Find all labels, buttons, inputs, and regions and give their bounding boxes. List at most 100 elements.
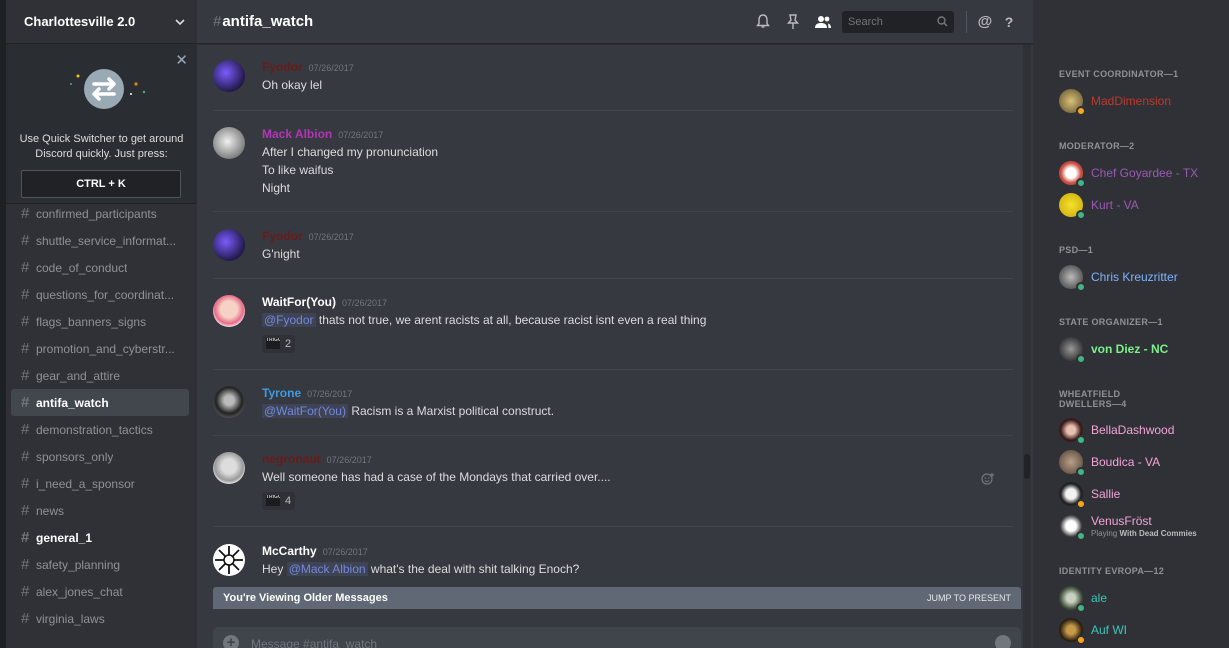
channel-item-alex-jones-chat[interactable]: # alex_jones_chat — [11, 578, 189, 605]
channel-item-virginia-laws[interactable]: # virginia_laws — [11, 605, 189, 632]
member-item[interactable]: VenusFröst Playing With Dead Commies — [1059, 513, 1197, 541]
member-item[interactable]: Chef Goyardee - TX — [1059, 160, 1198, 188]
message-text: Night — [262, 181, 291, 195]
message-content: negronaut 07/26/2017 Well someone has had… — [262, 452, 1013, 510]
author-name[interactable]: McCarthy — [262, 544, 317, 558]
reaction-button[interactable]: TRIGGERED 2 — [262, 334, 296, 353]
author-name[interactable]: WaitFor(You) — [262, 295, 336, 309]
hash-icon: # — [21, 286, 30, 303]
avatar — [1059, 161, 1086, 188]
author-name[interactable]: Fyodor — [262, 60, 303, 74]
avatar[interactable] — [213, 229, 245, 261]
channel-item-gear[interactable]: # gear_and_attire — [11, 362, 189, 389]
status-idle-icon — [1076, 106, 1086, 116]
channel-sidebar: Charlottesville 2.0 ✕ Use Quick Switcher… — [6, 0, 197, 648]
author-name[interactable]: Mack Albion — [262, 127, 332, 141]
mention-icon[interactable]: @ — [973, 10, 997, 34]
message-text: To like waifus — [262, 163, 334, 177]
avatar[interactable] — [213, 295, 245, 327]
quick-switcher-icon — [70, 69, 146, 109]
avatar[interactable] — [213, 544, 245, 576]
member-item[interactable]: Sallie — [1059, 481, 1121, 509]
role-header: STATE ORGANIZER—1 — [1059, 317, 1163, 327]
hash-icon: # — [21, 421, 30, 438]
add-reaction-icon[interactable] — [981, 472, 995, 486]
channel-item-sponsors-only[interactable]: # sponsors_only — [11, 443, 189, 470]
member-item[interactable]: ale — [1059, 585, 1107, 613]
user-mention[interactable]: @WaitFor(You) — [262, 404, 348, 418]
avatar[interactable] — [213, 386, 245, 418]
member-name: Auf WI — [1091, 623, 1128, 637]
channel-item-need-sponsor[interactable]: # i_need_a_sponsor — [11, 470, 189, 497]
member-item[interactable]: BellaDashwood — [1059, 417, 1174, 445]
channel-item-flags[interactable]: # flags_banners_signs — [11, 308, 189, 335]
pin-icon[interactable] — [778, 10, 808, 34]
header-divider — [966, 10, 967, 33]
channel-item-antifa-watch[interactable]: # antifa_watch — [11, 389, 189, 416]
search-input[interactable]: Search — [842, 10, 954, 33]
timestamp: 07/26/2017 — [308, 232, 354, 242]
channel-item-news[interactable]: # news — [11, 497, 189, 524]
member-item[interactable]: von Diez - NC — [1059, 336, 1168, 364]
emoji-picker-icon[interactable] — [995, 635, 1011, 648]
channel-item-safety-planning[interactable]: # safety_planning — [11, 551, 189, 578]
member-item[interactable]: MadDimension — [1059, 88, 1171, 116]
avatar — [1059, 337, 1086, 364]
author-name[interactable]: negronaut — [262, 452, 321, 466]
scrollbar[interactable] — [1023, 45, 1031, 648]
members-icon[interactable] — [808, 10, 838, 34]
channel-item-promotion[interactable]: # promotion_and_cyberstr... — [11, 335, 189, 362]
bell-icon[interactable] — [748, 10, 778, 34]
channel-label: demonstration_tactics — [36, 422, 153, 437]
help-icon[interactable]: ? — [997, 10, 1021, 34]
chat-header: # antifa_watch Search @ ? — [197, 0, 1033, 44]
message-group: Fyodor 07/26/2017 G'night — [213, 229, 1013, 269]
author-name[interactable]: Fyodor — [262, 229, 303, 243]
message-composer[interactable]: + Message #antifa_watch — [213, 627, 1021, 648]
avatar[interactable] — [213, 60, 245, 92]
member-item[interactable]: Kurt - VA — [1059, 192, 1139, 220]
member-name: Sallie — [1091, 487, 1121, 501]
member-item[interactable]: Chris Kreuzritter — [1059, 264, 1178, 292]
channel-item-questions[interactable]: # questions_for_coordinat... — [11, 281, 189, 308]
message-text: @Fyodor thats not true, we arent racists… — [262, 313, 1013, 328]
channel-item-confirmed-participants[interactable]: # confirmed_participants — [11, 200, 189, 227]
reaction-button[interactable]: TRIGGERED 4 — [262, 491, 296, 510]
user-mention[interactable]: @Mack Albion — [286, 562, 368, 576]
author-name[interactable]: Tyrone — [262, 386, 301, 400]
hash-icon: # — [21, 259, 30, 276]
avatar[interactable] — [213, 127, 245, 159]
scrollbar-thumb[interactable] — [1024, 454, 1030, 479]
member-name: Kurt - VA — [1091, 198, 1139, 212]
reaction-count: 4 — [285, 494, 292, 507]
jump-to-present-button[interactable]: JUMP TO PRESENT — [927, 593, 1011, 603]
message-input[interactable]: Message #antifa_watch — [251, 637, 377, 648]
message-group: McCarthy 07/26/2017 Hey @Mack Albion what… — [213, 544, 1013, 584]
message-group: WaitFor(You) 07/26/2017 @Fyodor thats not… — [213, 295, 1013, 355]
status-online-icon — [1076, 282, 1086, 292]
channel-item-demonstration-tactics[interactable]: # demonstration_tactics — [11, 416, 189, 443]
channel-label: i_need_a_sponsor — [36, 476, 135, 491]
timestamp: 07/26/2017 — [338, 130, 384, 140]
message-text-part: Hey — [262, 562, 287, 576]
message-content: Fyodor 07/26/2017 G'night — [262, 229, 1013, 262]
quick-switcher-text: Use Quick Switcher to get around Discord… — [19, 133, 184, 160]
channel-item-general-1[interactable]: # general_1 — [11, 524, 189, 551]
server-header[interactable]: Charlottesville 2.0 — [6, 0, 197, 44]
close-icon[interactable]: ✕ — [175, 53, 188, 68]
user-mention[interactable]: @Fyodor — [262, 313, 316, 327]
hash-icon: # — [21, 583, 30, 600]
member-item[interactable]: Boudica - VA — [1059, 449, 1160, 477]
member-item[interactable]: Auf WI — [1059, 617, 1128, 645]
upload-plus-icon[interactable]: + — [223, 635, 239, 648]
avatar[interactable] — [213, 452, 245, 484]
channel-title: # antifa_watch — [213, 13, 313, 30]
chat-area: # antifa_watch Search @ ? Fyodor 07/26/2… — [197, 0, 1033, 648]
hash-icon: # — [21, 475, 30, 492]
status-online-icon — [1076, 178, 1086, 188]
message-content: Mack Albion 07/26/2017 After I changed my… — [262, 127, 1013, 196]
message-divider — [213, 211, 1013, 212]
channel-item-shuttle-service[interactable]: # shuttle_service_informat... — [11, 227, 189, 254]
shortcut-key-button[interactable]: CTRL + K — [21, 170, 181, 198]
channel-item-code-of-conduct[interactable]: # code_of_conduct — [11, 254, 189, 281]
